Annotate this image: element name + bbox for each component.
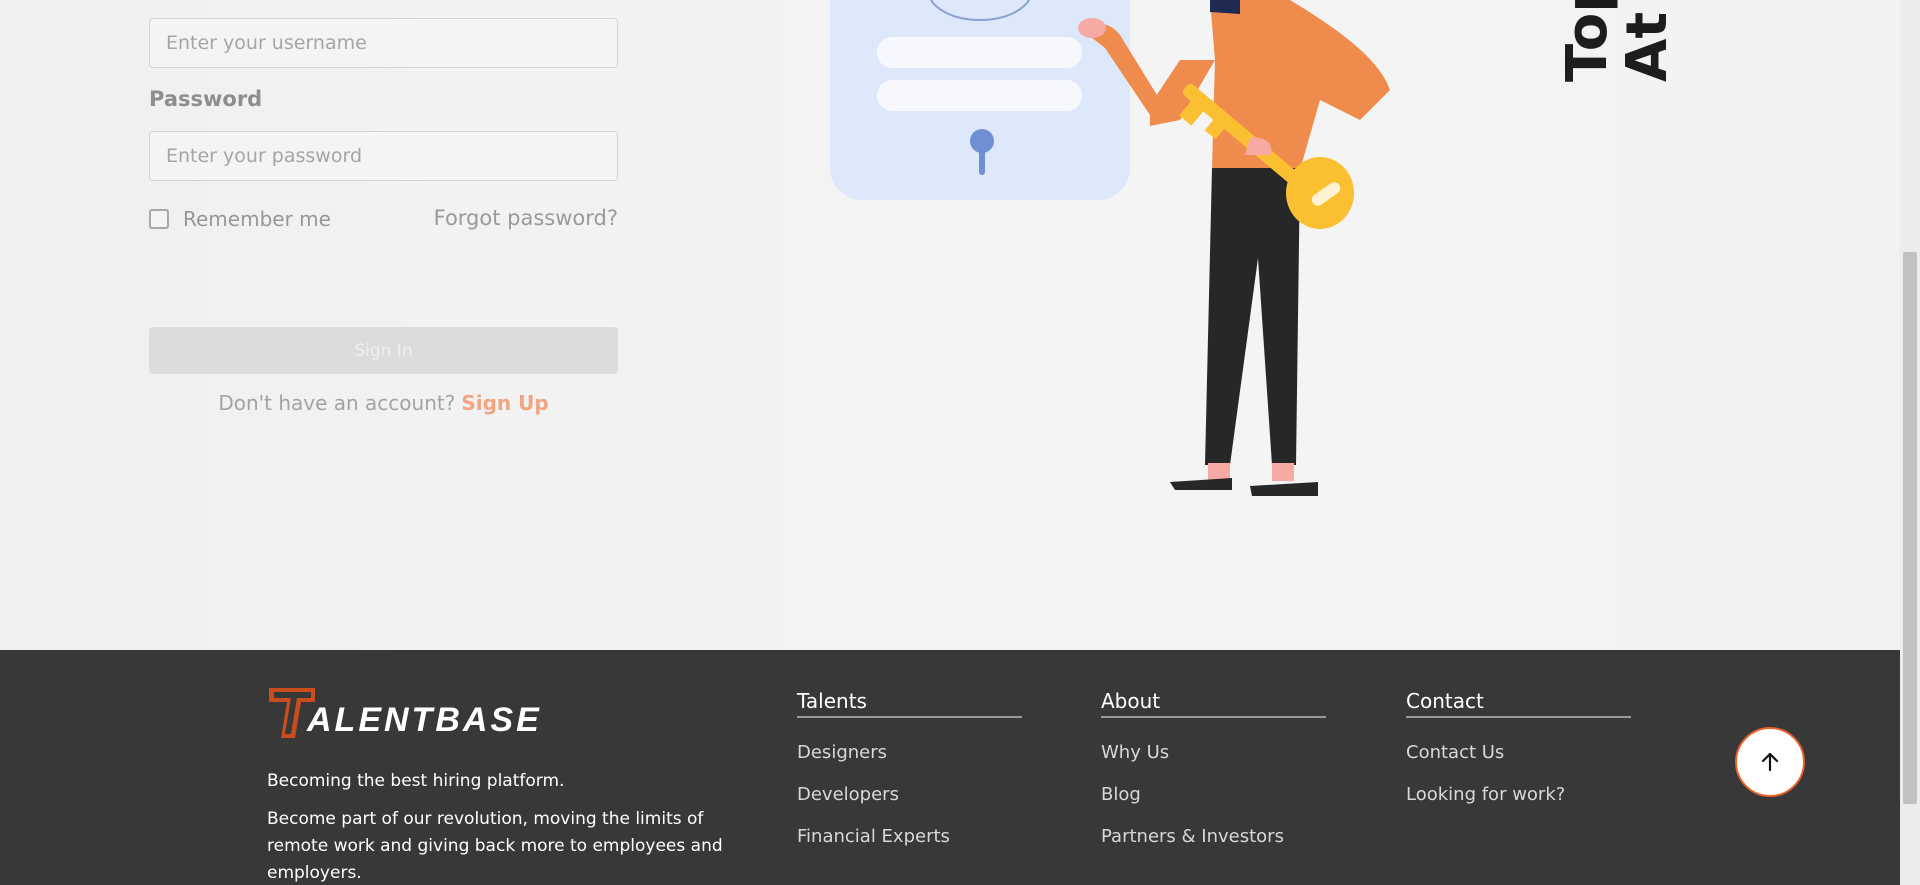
logo-text: ALENTBASE xyxy=(307,701,542,739)
footer-column-about: About Why Us Blog Partners & Investors xyxy=(1101,689,1326,847)
footer-link-blog[interactable]: Blog xyxy=(1101,784,1326,805)
footer-tagline: Becoming the best hiring platform. xyxy=(267,771,565,791)
password-input[interactable] xyxy=(149,131,618,181)
sign-in-button[interactable]: Sign In xyxy=(149,327,618,374)
scroll-to-top-button[interactable] xyxy=(1735,727,1805,797)
arrow-up-icon xyxy=(1761,752,1779,772)
footer-blurb: Become part of our revolution, moving th… xyxy=(267,809,723,883)
footer-link-designers[interactable]: Designers xyxy=(797,742,1022,763)
site-footer: ALENTBASE Becoming the best hiring platf… xyxy=(0,650,1900,885)
footer-link-why-us[interactable]: Why Us xyxy=(1101,742,1326,763)
page-scrollbar[interactable] xyxy=(1900,0,1920,885)
login-section: Password Remember me Forgot password? Si… xyxy=(0,0,1900,650)
column-title: Contact xyxy=(1406,689,1631,718)
remember-me-label: Remember me xyxy=(183,207,331,231)
legs-shape xyxy=(1205,168,1300,465)
scrollbar-thumb[interactable] xyxy=(1903,252,1917,804)
talentbase-logo[interactable]: ALENTBASE xyxy=(267,684,539,748)
password-label: Password xyxy=(149,87,263,111)
login-illustration xyxy=(830,0,1390,496)
footer-link-financial-experts[interactable]: Financial Experts xyxy=(797,826,1022,847)
torso-shape xyxy=(1210,0,1390,170)
card-field-1 xyxy=(877,37,1082,68)
footer-column-talents: Talents Designers Developers Financial E… xyxy=(797,689,1022,847)
hero-headline-text: Top At C xyxy=(1555,0,1680,82)
column-title: About xyxy=(1101,689,1326,718)
signup-prompt: Don't have an account? Sign Up xyxy=(149,391,618,415)
card-field-2 xyxy=(877,80,1082,111)
hero-headline: Top At C xyxy=(1530,0,1700,90)
remember-me-checkbox[interactable]: Remember me xyxy=(149,207,331,231)
forgot-password-link[interactable]: Forgot password? xyxy=(434,206,618,230)
footer-link-looking-for-work[interactable]: Looking for work? xyxy=(1406,784,1631,805)
footer-column-contact: Contact Contact Us Looking for work? xyxy=(1406,689,1631,805)
footer-link-developers[interactable]: Developers xyxy=(797,784,1022,805)
footer-link-contact-us[interactable]: Contact Us xyxy=(1406,742,1631,763)
column-title: Talents xyxy=(797,689,1022,718)
footer-link-partners-investors[interactable]: Partners & Investors xyxy=(1101,826,1326,847)
sign-up-link[interactable]: Sign Up xyxy=(461,391,548,415)
no-account-text: Don't have an account? xyxy=(218,391,456,415)
checkbox-box[interactable] xyxy=(149,209,169,229)
username-input[interactable] xyxy=(149,18,618,68)
hand-shape xyxy=(1078,18,1106,38)
